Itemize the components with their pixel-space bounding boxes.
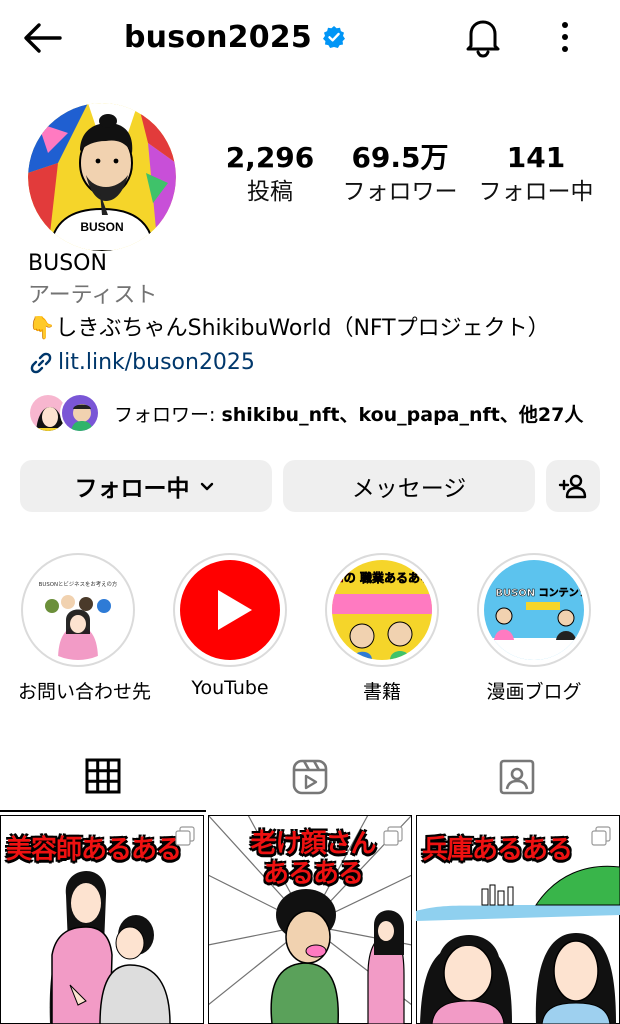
link-icon [30,352,52,374]
tab-tagged[interactable] [414,742,620,812]
bio-link[interactable]: lit.link/buson2025 [28,346,608,380]
followers-count: 69.5万 [351,141,449,174]
highlight-contact-cover-art: BUSONとビジネスをお考えの方 [28,560,128,660]
highlight-label: 書籍 [362,681,401,703]
tab-posts[interactable] [0,742,206,812]
posts-stat[interactable]: 2,296 投稿 [220,140,320,208]
highlight-manga-blog[interactable]: BUSON コンテンツ 漫画ブログ [474,553,594,704]
notifications-button[interactable] [460,14,506,60]
reels-icon [292,759,328,795]
highlight-ring: BUSON コンテンツ [477,553,591,667]
profile-avatar[interactable]: BUSON [28,103,176,251]
followers-stat[interactable]: 69.5万 フォロワー [336,140,464,208]
following-count: 141 [506,141,566,174]
tab-reels[interactable] [207,742,413,812]
username: buson2025 [124,19,312,55]
following-button-label: フォロー中 [74,476,190,502]
grid-icon [85,758,121,794]
posts-grid: 美容師あるある 老け顔さん あるある 兵庫あるある [0,815,620,1024]
mutual-avatar-2 [60,393,100,433]
highlight-label: YouTube [191,677,269,699]
bio-description: 👇しきぶちゃんShikibuWorld（NFTプロジェクト） [28,316,550,341]
post-title: 兵庫あるある [422,835,573,865]
highlight-label: 漫画ブログ [486,681,582,703]
mutual-avatar-koupapa [62,395,98,431]
highlight-manga-cover-art: BUSON コンテンツ [484,560,584,660]
tagged-icon [499,759,535,795]
highlight-label: お問い合わせ先 [18,681,152,703]
carousel-icon [383,826,403,846]
carousel-icon [591,826,611,846]
mutual-followers-text: フォロワー: shikibu_nft、kou_papa_nft、他27人 [114,400,583,427]
highlight-cover-contact: BUSONとビジネスをお考えの方 [28,560,128,660]
highlight-books-cover-text: BUSONの 職業あるある大図鑑 [332,570,432,585]
posts-count: 2,296 [225,141,315,174]
display-name: BUSON [28,251,107,276]
chevron-down-icon [200,482,213,491]
username-header: buson2025 [124,14,346,60]
verified-badge-icon [322,26,345,48]
add-user-icon [558,474,587,499]
back-arrow-icon [24,23,62,53]
suggest-users-button[interactable] [546,460,600,512]
post-title: 美容師あるある [6,835,182,865]
highlight-ring [173,553,287,667]
highlight-ring: BUSONとビジネスをお考えの方 [21,553,135,667]
mutual-followers-prefix: フォロワー: [114,403,222,426]
post-tile[interactable]: 老け顔さん あるある [208,815,412,1024]
post-tile[interactable]: 兵庫あるある [416,815,620,1024]
bio-link-text: lit.link/buson2025 [58,350,255,375]
back-button[interactable] [22,18,70,58]
youtube-play-icon [180,560,280,660]
mutual-followers-names: shikibu_nft、kou_papa_nft、他27人 [221,403,584,426]
profile-bio: BUSON アーティスト 👇しきぶちゃんShikibuWorld（NFTプロジェ… [28,248,608,380]
highlight-cover-books: BUSONの 職業あるある大図鑑 [332,560,432,660]
followers-label: フォロワー [342,179,458,205]
profile-category: アーティスト [28,283,158,308]
highlight-contact[interactable]: BUSONとビジネスをお考えの方 お問い合わせ先 [18,553,152,704]
post-title: 老け顔さん あるある [250,829,376,889]
highlight-books-cover-art: BUSONの 職業あるある大図鑑 [332,560,432,660]
highlight-contact-cover-text: BUSONとビジネスをお考えの方 [39,580,118,588]
more-options-button[interactable] [548,14,582,60]
mutual-followers[interactable]: フォロワー: shikibu_nft、kou_papa_nft、他27人 [28,390,583,436]
top-bar: buson2025 [0,0,620,80]
following-button[interactable]: フォロー中 [20,460,272,512]
bell-icon [466,20,500,58]
highlight-cover-youtube [180,560,280,660]
carousel-icon [175,826,195,846]
highlight-youtube[interactable]: YouTube [170,553,290,699]
following-label: フォロー中 [478,179,594,205]
more-vertical-icon [562,22,568,52]
highlight-books[interactable]: BUSONの 職業あるある大図鑑 書籍 [322,553,442,704]
profile-tabs [0,742,620,812]
post-tile[interactable]: 美容師あるある [0,815,204,1024]
highlight-manga-cover-text: BUSON コンテンツ [495,587,584,599]
posts-label: 投稿 [247,179,293,205]
message-button-label: メッセージ [351,476,467,502]
highlight-cover-manga: BUSON コンテンツ [484,560,584,660]
svg-text:BUSON: BUSON [80,220,123,234]
highlight-ring: BUSONの 職業あるある大図鑑 [325,553,439,667]
following-stat[interactable]: 141 フォロー中 [468,140,604,208]
message-button[interactable]: メッセージ [283,460,535,512]
avatar-illustration: BUSON [28,103,176,251]
profile-stats: 2,296 投稿 69.5万 フォロワー 141 フォロー中 [212,140,612,220]
